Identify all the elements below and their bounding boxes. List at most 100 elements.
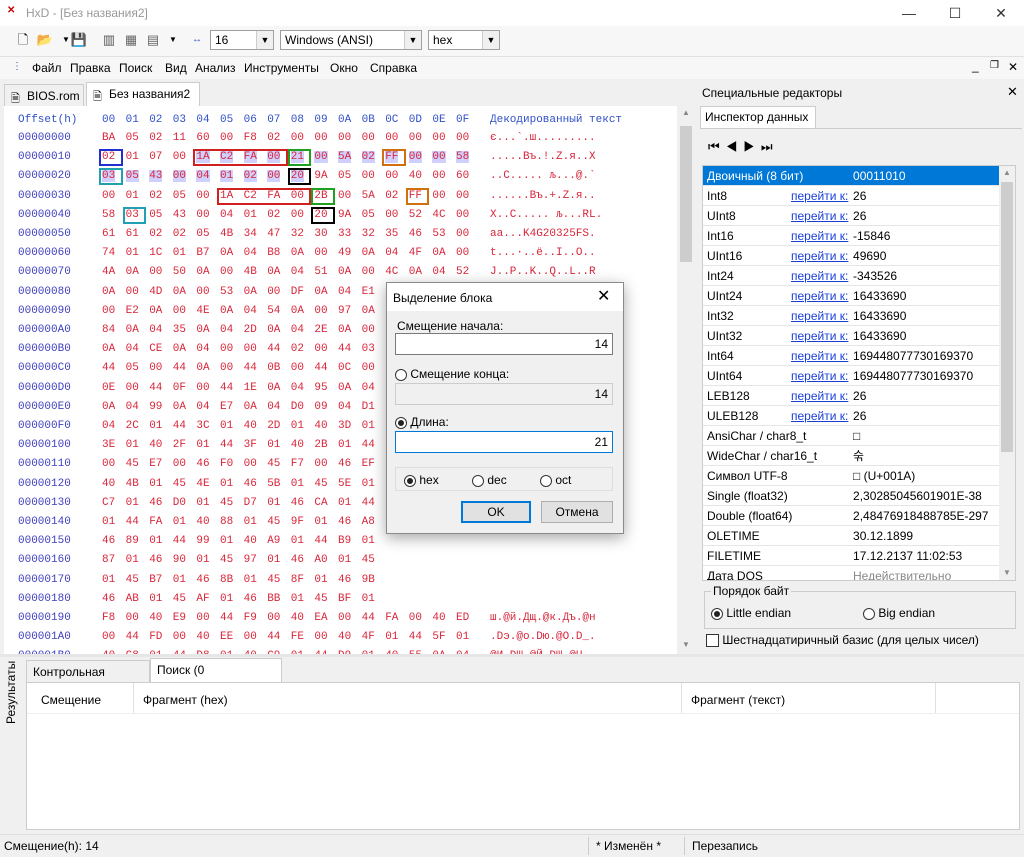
hex-byte[interactable]: 01 (126, 439, 139, 451)
menu-view[interactable]: Вид (165, 61, 187, 75)
inspector-row[interactable]: LEB128 перейти к: 26 (703, 385, 1000, 406)
hex-byte[interactable]: 01 (244, 209, 257, 221)
hex-byte[interactable]: 4B (126, 478, 139, 490)
hex-byte[interactable]: 0B (267, 362, 280, 374)
hex-byte[interactable]: C7 (102, 497, 115, 509)
big-endian-radio[interactable]: Big endian (863, 606, 935, 620)
hex-byte[interactable]: 01 (173, 247, 186, 259)
hex-byte[interactable]: 04 (126, 343, 139, 355)
hex-byte[interactable]: 44 (244, 362, 257, 374)
hex-byte[interactable]: 0A (432, 247, 445, 259)
hex-byte[interactable]: EE (220, 631, 233, 643)
hex-byte[interactable]: F8 (102, 612, 115, 624)
hex-byte[interactable]: 00 (385, 132, 398, 144)
maximize-button[interactable]: ☐ (932, 0, 978, 26)
hex-byte[interactable]: 00 (314, 151, 328, 164)
hex-byte[interactable]: F7 (291, 458, 304, 470)
hex-byte[interactable]: 00 (102, 190, 115, 202)
hex-byte[interactable]: 45 (173, 593, 186, 605)
hex-byte[interactable]: 40 (314, 420, 327, 432)
inspector-value[interactable]: 16433690 (849, 285, 1000, 306)
hex-byte[interactable]: 09 (314, 401, 327, 413)
hex-byte[interactable]: 00 (314, 247, 327, 259)
hex-byte[interactable]: BF (338, 593, 351, 605)
hex-byte[interactable]: 04 (196, 401, 209, 413)
hex-basis-checkbox[interactable]: Шестнадцатиричный базис (для целых чисел… (706, 633, 979, 648)
inspector-row[interactable]: Двоичный (8 бит) 00011010 (703, 166, 1000, 186)
hex-byte[interactable]: 00 (126, 382, 139, 394)
hex-byte[interactable]: 58 (456, 151, 470, 164)
hex-byte[interactable]: 47 (267, 228, 280, 240)
hex-byte[interactable]: 40 (338, 631, 351, 643)
hex-byte[interactable]: 97 (338, 305, 351, 317)
hex-byte[interactable]: 45 (173, 478, 186, 490)
inspector-row[interactable]: Int16 перейти к: -15846 (703, 225, 1000, 246)
splitter[interactable] (0, 654, 1024, 657)
hex-byte[interactable]: 02 (267, 209, 280, 221)
hex-byte[interactable]: 40 (291, 612, 304, 624)
panel-close-icon[interactable]: ✕ (1007, 84, 1018, 100)
hex-byte[interactable]: 40 (432, 612, 445, 624)
hex-byte[interactable]: 46 (102, 535, 115, 547)
hex-byte[interactable]: 44 (362, 612, 375, 624)
scroll-down-icon[interactable]: ▼ (1003, 568, 1011, 577)
hex-byte[interactable]: 00 (385, 209, 398, 221)
dialog-close-icon[interactable]: ✕ (597, 286, 610, 306)
hex-byte[interactable]: 45 (362, 554, 375, 566)
inspector-row[interactable]: Int32 перейти к: 16433690 (703, 305, 1000, 326)
oct-radio[interactable]: oct (540, 473, 571, 487)
hex-byte[interactable]: 46 (291, 497, 304, 509)
hex-byte[interactable]: 9A (338, 209, 351, 221)
hex-byte[interactable]: 0A (314, 286, 327, 298)
hex-byte[interactable]: 01 (220, 478, 233, 490)
inspector-row[interactable]: Дата DOS Недействительно (703, 565, 1000, 580)
inspector-value[interactable]: 00011010 (849, 166, 1000, 186)
hex-byte[interactable]: 3D (338, 420, 351, 432)
hex-byte[interactable]: 2E (314, 324, 327, 336)
hex-byte[interactable]: A8 (362, 516, 375, 528)
offset-base-select[interactable]: hex ▼ (428, 30, 500, 50)
inspector-row[interactable]: WideChar / char16_t 숚 (703, 445, 1000, 466)
hex-byte[interactable]: 52 (409, 209, 422, 221)
inspector-goto-link[interactable]: перейти к: (787, 245, 850, 266)
hex-byte[interactable]: 00 (196, 612, 209, 624)
hex-byte[interactable]: 0A (173, 286, 186, 298)
hex-byte[interactable]: 0A (102, 343, 115, 355)
hex-byte[interactable]: 0A (244, 401, 257, 413)
inspector-value[interactable]: □ (849, 425, 1000, 446)
hex-byte[interactable]: 8F (291, 574, 304, 586)
hex-byte[interactable]: 4F (362, 631, 375, 643)
hex-byte[interactable]: 0A (362, 305, 375, 317)
scrollbar-thumb[interactable] (1001, 182, 1013, 452)
inspector-row[interactable]: AnsiChar / char8_t □ (703, 425, 1000, 446)
hex-byte[interactable]: E2 (126, 305, 139, 317)
hex-byte[interactable]: 4A (102, 266, 115, 278)
hex-byte[interactable]: 45 (267, 516, 280, 528)
open-icon[interactable]: 📂 (36, 31, 54, 49)
hex-byte[interactable]: 90 (173, 554, 186, 566)
hex-byte[interactable]: 40 (291, 439, 304, 451)
inspector-goto-link[interactable]: перейти к: (787, 265, 850, 286)
inspector-value[interactable]: 169448077730169370 (849, 345, 1000, 366)
hex-byte[interactable]: 00 (432, 132, 445, 144)
col-offset[interactable]: Смещение (41, 693, 101, 707)
hex-byte[interactable]: 45 (267, 574, 280, 586)
hex-byte[interactable]: 02 (149, 228, 162, 240)
inspector-value[interactable]: 26 (849, 385, 1000, 406)
hex-byte[interactable]: 0A (338, 324, 351, 336)
hex-byte[interactable]: BB (267, 593, 280, 605)
inspector-value[interactable]: 16433690 (849, 305, 1000, 326)
inspector-row[interactable]: UInt8 перейти к: 26 (703, 205, 1000, 226)
next-icon[interactable]: ▶ (743, 139, 761, 154)
hex-byte[interactable]: 05 (126, 362, 139, 374)
hex-byte[interactable]: 00 (432, 151, 446, 164)
hex-byte[interactable]: 0A (126, 266, 139, 278)
inspector-row[interactable]: Single (float32) 2,30285045601901E-38 (703, 485, 1000, 506)
hex-byte[interactable]: 2B (314, 439, 327, 451)
hex-byte[interactable]: 99 (149, 401, 162, 413)
hex-byte[interactable]: 04 (220, 209, 233, 221)
hex-byte[interactable]: 49 (338, 247, 351, 259)
hex-byte[interactable]: 44 (173, 535, 186, 547)
hex-byte[interactable]: 01 (173, 516, 186, 528)
hex-byte[interactable]: 05 (125, 170, 139, 183)
